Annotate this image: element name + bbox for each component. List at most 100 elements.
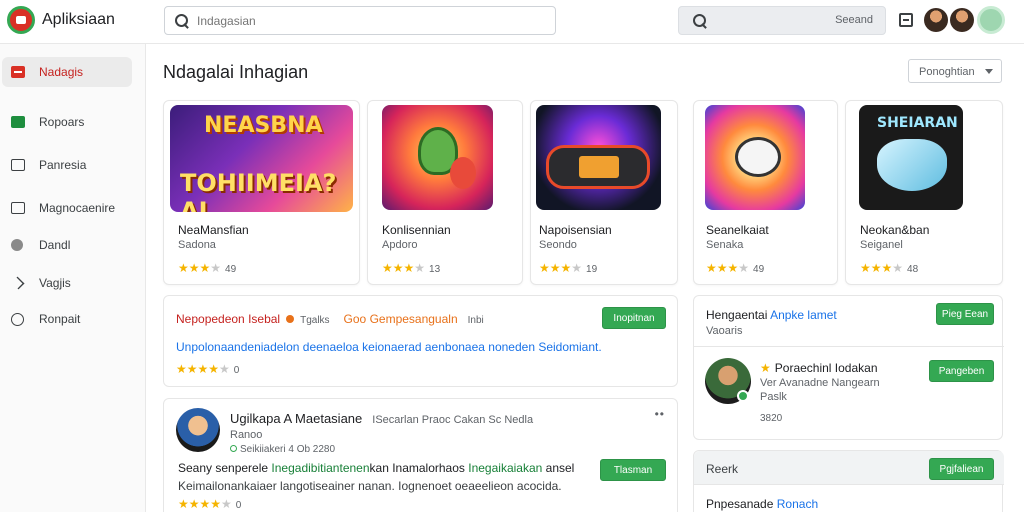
panel-line-text: Pnpesanade: [706, 497, 774, 511]
divider: [694, 346, 1004, 347]
sidebar-item-label: Ropoars: [39, 115, 85, 129]
review-rating: ★★★★★ 0: [178, 497, 241, 511]
review-highlight[interactable]: Inegadibitiantenen: [271, 461, 369, 475]
app-rating: ★★★★ 48: [860, 261, 918, 275]
user-avatar[interactable]: [924, 8, 948, 32]
app-rating: ★★★★ 49: [178, 261, 236, 275]
red-square-icon: [11, 66, 25, 78]
artwork-title: SHEIARAN: [877, 115, 958, 131]
search-icon: [175, 14, 189, 28]
panel-header-label: Reerk: [706, 462, 739, 476]
online-badge-icon: [737, 390, 749, 402]
developer-panel: Hengaentai Anpke lamet Vaoaris Pieg Eean…: [693, 295, 1004, 440]
review-body[interactable]: Unpolonaandeniadelon deenaeloa keionaera…: [176, 340, 602, 354]
rating-value: 0: [235, 500, 242, 511]
search-input[interactable]: [197, 12, 537, 30]
developer-name-row: ★ Poraechinl Iodakan: [760, 361, 878, 375]
developer-detail: Paslk: [760, 391, 787, 403]
app-developer: Sadona: [178, 239, 216, 251]
developer-subtitle: Ver Avanadne Nangearn: [760, 377, 880, 389]
panel-action-button[interactable]: Pgjfaliean: [929, 458, 994, 480]
review-body-line: Seany senperele Inegadibitiantenenkan In…: [178, 461, 574, 475]
secondary-search-bar[interactable]: Seeand: [678, 6, 886, 35]
sidebar-item-ropoars[interactable]: Ropoars: [0, 107, 146, 137]
artwork-subtitle: TOHIIMEIA?AL: [180, 169, 337, 212]
sidebar-item-label: Magnocaenire: [39, 201, 116, 215]
app-card[interactable]: Konlisennian Apdoro ★★★★ 13: [367, 100, 523, 285]
sidebar-item-label: Nadagis: [39, 65, 84, 79]
app-card[interactable]: Napoisensian Seondo ★★★★ 19: [530, 100, 678, 285]
developer-avatar[interactable]: [705, 358, 751, 404]
star-rating-icon: ★★★★★: [178, 497, 232, 511]
reviewer-subtitle: Ranoo: [230, 429, 263, 441]
sidebar-item-nadagis[interactable]: Nadagis: [0, 57, 146, 87]
panel-line-link[interactable]: Ronach: [777, 497, 818, 511]
review-text: Seany senperele: [178, 461, 269, 475]
rating-value: 49: [225, 264, 237, 275]
notifications-icon[interactable]: [899, 13, 913, 27]
sidebar-item-magnocaenire[interactable]: Magnocaenire: [0, 193, 146, 223]
review-highlight[interactable]: Inegaikaiakan: [468, 461, 542, 475]
recommendation-panel: Reerk Pgjfaliean Pnpesanade Ronach: [693, 450, 1004, 512]
review-action-button[interactable]: Inopitnan: [602, 307, 666, 329]
more-options-icon[interactable]: ••: [655, 407, 665, 421]
review-rating: ★★★★★ 0: [176, 362, 239, 376]
search-bar[interactable]: [164, 6, 556, 35]
review-meta: Tgalks: [300, 315, 330, 326]
sort-dropdown[interactable]: Ponoghtian: [908, 59, 1002, 83]
sort-dropdown-label: Ponoghtian: [919, 66, 975, 78]
app-card[interactable]: SHEIARAN Neokan&ban Seiganel ★★★★ 48: [845, 100, 1003, 285]
review-header: Nepopedeon Isebal Tgalks Goo Gempesangualn…: [176, 312, 484, 326]
sidebar-item-vagjis[interactable]: Vagjis: [0, 268, 146, 298]
review-text: ansel: [545, 461, 575, 475]
app-title: Apliksiaan: [42, 11, 115, 28]
review-tag[interactable]: Goo Gempesangualn: [344, 312, 458, 326]
chevron-down-icon: [985, 69, 993, 74]
character-art: [450, 157, 476, 189]
star-rating-icon: ★★★★: [178, 261, 222, 275]
app-artwork: NEASBNA TOHIIMEIA?AL: [170, 105, 353, 212]
gamepad-art: [735, 137, 781, 177]
search-icon: [693, 14, 707, 28]
user-avatar-secondary[interactable]: [950, 8, 974, 32]
app-logo[interactable]: [7, 6, 35, 34]
star-rating-icon: ★★★★★: [176, 362, 230, 376]
app-card[interactable]: NEASBNA TOHIIMEIA?AL NeaMansfian Sadona …: [163, 100, 360, 285]
top-header: Apliksiaan Seeand: [0, 0, 1024, 44]
sidebar-item-label: Panresia: [39, 158, 87, 172]
rating-value: 13: [429, 264, 441, 275]
status-dot-icon: [286, 315, 295, 323]
review-card: Nepopedeon Isebal Tgalks Goo Gempesangualn…: [163, 295, 678, 387]
panel-title-text: Hengaentai: [706, 308, 768, 322]
app-name: Neokan&ban: [860, 223, 930, 237]
reviewer-avatar[interactable]: [176, 408, 220, 452]
sidebar-item-ronpait[interactable]: Ronpait: [0, 304, 146, 334]
panel-line: Pnpesanade Ronach: [706, 497, 818, 511]
app-card[interactable]: Seanelkaiat Senaka ★★★★ 49: [693, 100, 838, 285]
sidebar-item-panresia[interactable]: Panresia: [0, 150, 146, 180]
page-title: Ndagalai Inhagian: [163, 62, 309, 82]
app-name: Napoisensian: [539, 223, 612, 237]
panel-title-link[interactable]: Anpke lamet: [770, 308, 837, 322]
app-name: Konlisennian: [382, 223, 451, 237]
gamepad-art: [877, 139, 947, 191]
profile-avatar[interactable]: [977, 6, 1005, 34]
link-icon: [11, 313, 24, 326]
sidebar-item-dandl[interactable]: Dandl: [0, 230, 146, 260]
rating-value: 0: [233, 365, 240, 376]
star-rating-icon: ★★★★: [860, 261, 904, 275]
review-body-line: Keimailonankaiaer langotiseainer nanan. …: [178, 479, 562, 493]
green-store-icon: [11, 116, 25, 128]
developer-name: Poraechinl Iodakan: [774, 361, 878, 375]
sidebar-item-label: Vagjis: [39, 276, 71, 290]
developer-action-button[interactable]: Pangeben: [929, 360, 994, 382]
review-date: Inbi: [467, 315, 484, 326]
gamepad-art: [546, 145, 650, 189]
review-text: kan Inamalorhaos: [369, 461, 465, 475]
app-artwork: [536, 105, 661, 210]
review-card: Ugilkapa A Maetasiane ISecarlan Praoc Cak…: [163, 398, 678, 512]
panel-action-button[interactable]: Pieg Eean: [936, 303, 994, 325]
review-action-button[interactable]: Tlasman: [600, 459, 666, 481]
panel-title: Hengaentai Anpke lamet: [706, 308, 837, 322]
artwork-title: NEASBNA: [204, 113, 323, 138]
